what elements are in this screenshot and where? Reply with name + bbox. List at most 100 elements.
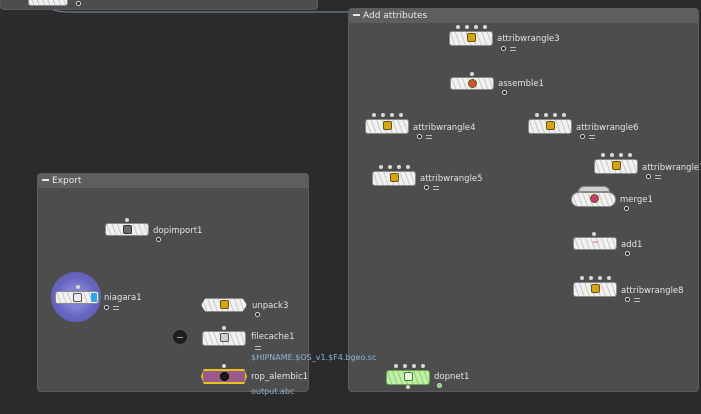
node-output: output.abc [251, 387, 295, 396]
node-label: rop_alembic1 [251, 372, 309, 382]
wrangle-icon [390, 173, 399, 182]
menu-icon[interactable] [589, 135, 595, 139]
output-connector[interactable] [406, 385, 410, 389]
node-path: $HIPNAME.$OS_v1.$F4.bgeo.sc [251, 353, 377, 362]
input-connector[interactable] [610, 153, 614, 157]
node-label: attribwrangle5 [420, 174, 483, 184]
node-attribwrangle3[interactable] [449, 31, 493, 46]
display-flag[interactable] [424, 185, 429, 190]
menu-icon[interactable] [113, 306, 119, 310]
node-label: attribwrangle7 [642, 163, 701, 173]
input-connector[interactable] [406, 165, 410, 169]
node-dopnet1[interactable] [386, 370, 430, 385]
input-connector[interactable] [474, 25, 478, 29]
input-connector[interactable] [397, 165, 401, 169]
input-connector[interactable] [483, 25, 487, 29]
input-connector[interactable] [589, 276, 593, 280]
display-flag[interactable] [156, 237, 161, 242]
display-flag[interactable] [437, 383, 442, 388]
input-connector[interactable] [592, 232, 596, 236]
menu-icon[interactable] [655, 175, 661, 179]
menu-icon[interactable] [634, 298, 640, 302]
network-box-header[interactable]: Add attributes [349, 9, 698, 23]
network-box-header[interactable]: Export [38, 174, 308, 188]
display-flag[interactable] [501, 46, 506, 51]
collapse-icon[interactable] [353, 13, 360, 16]
node-label: attribwrangle3 [497, 34, 560, 44]
input-connector[interactable] [553, 113, 557, 117]
network-box-title: Export [52, 176, 82, 186]
input-connector[interactable] [601, 153, 605, 157]
node-rop_alembic1[interactable] [201, 369, 247, 384]
niagara-icon [73, 293, 82, 302]
input-connector[interactable] [465, 25, 469, 29]
input-connector[interactable] [403, 364, 407, 368]
node-merge1[interactable] [571, 192, 616, 207]
menu-icon[interactable] [510, 47, 516, 51]
node-attribwrangle6[interactable] [528, 119, 572, 134]
bypass-icon[interactable] [172, 329, 188, 345]
input-connector[interactable] [562, 113, 566, 117]
node-add1[interactable]: ~ [573, 237, 617, 250]
node-label: dopnet1 [434, 372, 470, 382]
display-flag[interactable] [417, 134, 422, 139]
node-unpack3[interactable] [201, 298, 247, 312]
display-flag[interactable] [625, 297, 630, 302]
input-connector[interactable] [412, 364, 416, 368]
input-connector[interactable] [580, 276, 584, 280]
collapse-icon[interactable] [42, 178, 49, 181]
node-attribwrangle4[interactable] [365, 119, 409, 134]
input-connector[interactable] [399, 113, 403, 117]
node-label: filecache1 [251, 332, 295, 342]
display-flag[interactable] [646, 174, 651, 179]
node-label: dopimport1 [153, 226, 203, 236]
input-connector[interactable] [372, 113, 376, 117]
niagara-badge-icon [91, 293, 97, 302]
display-flag[interactable] [625, 251, 630, 256]
add-icon: ~ [591, 238, 600, 248]
menu-icon[interactable] [426, 135, 432, 139]
input-connector[interactable] [607, 276, 611, 280]
node-label: add1 [621, 240, 643, 250]
input-connector[interactable] [390, 113, 394, 117]
input-connector[interactable] [394, 364, 398, 368]
filecache-icon [220, 333, 229, 342]
input-connector[interactable] [456, 25, 460, 29]
display-flag[interactable] [580, 134, 585, 139]
node-attribwrangle7[interactable] [594, 159, 638, 174]
display-flag[interactable] [104, 305, 109, 310]
node-filecache1[interactable] [202, 331, 246, 346]
input-connector[interactable] [222, 364, 226, 368]
node-assemble1[interactable] [450, 77, 494, 90]
node-label: assemble1 [498, 79, 544, 89]
node-attribwrangle5[interactable] [372, 171, 416, 186]
input-connector[interactable] [125, 218, 129, 222]
input-connector[interactable] [421, 364, 425, 368]
node-label: unpack3 [252, 301, 289, 311]
display-flag[interactable] [255, 312, 260, 317]
node-dopimport1[interactable] [105, 223, 149, 236]
input-connector[interactable] [76, 285, 80, 289]
input-connector[interactable] [535, 113, 539, 117]
input-connector[interactable] [470, 72, 474, 76]
display-flag[interactable] [502, 90, 507, 95]
partial-node-flag[interactable] [76, 1, 81, 6]
input-connector[interactable] [222, 326, 226, 330]
node-label: attribwrangle4 [413, 123, 476, 133]
input-connector[interactable] [544, 113, 548, 117]
input-connector[interactable] [379, 165, 383, 169]
node-niagara1[interactable] [55, 291, 99, 304]
node-attribwrangle8[interactable] [573, 282, 617, 297]
input-connector[interactable] [598, 276, 602, 280]
input-connector[interactable] [381, 113, 385, 117]
input-connector[interactable] [388, 165, 392, 169]
wrangle-icon [546, 121, 555, 130]
merge-icon [589, 194, 599, 203]
display-flag[interactable] [624, 206, 629, 211]
menu-icon[interactable] [255, 346, 261, 350]
partial-node[interactable] [28, 0, 68, 6]
assemble-icon [468, 79, 477, 88]
input-connector[interactable] [619, 153, 623, 157]
menu-icon[interactable] [433, 186, 439, 190]
input-connector[interactable] [628, 153, 632, 157]
